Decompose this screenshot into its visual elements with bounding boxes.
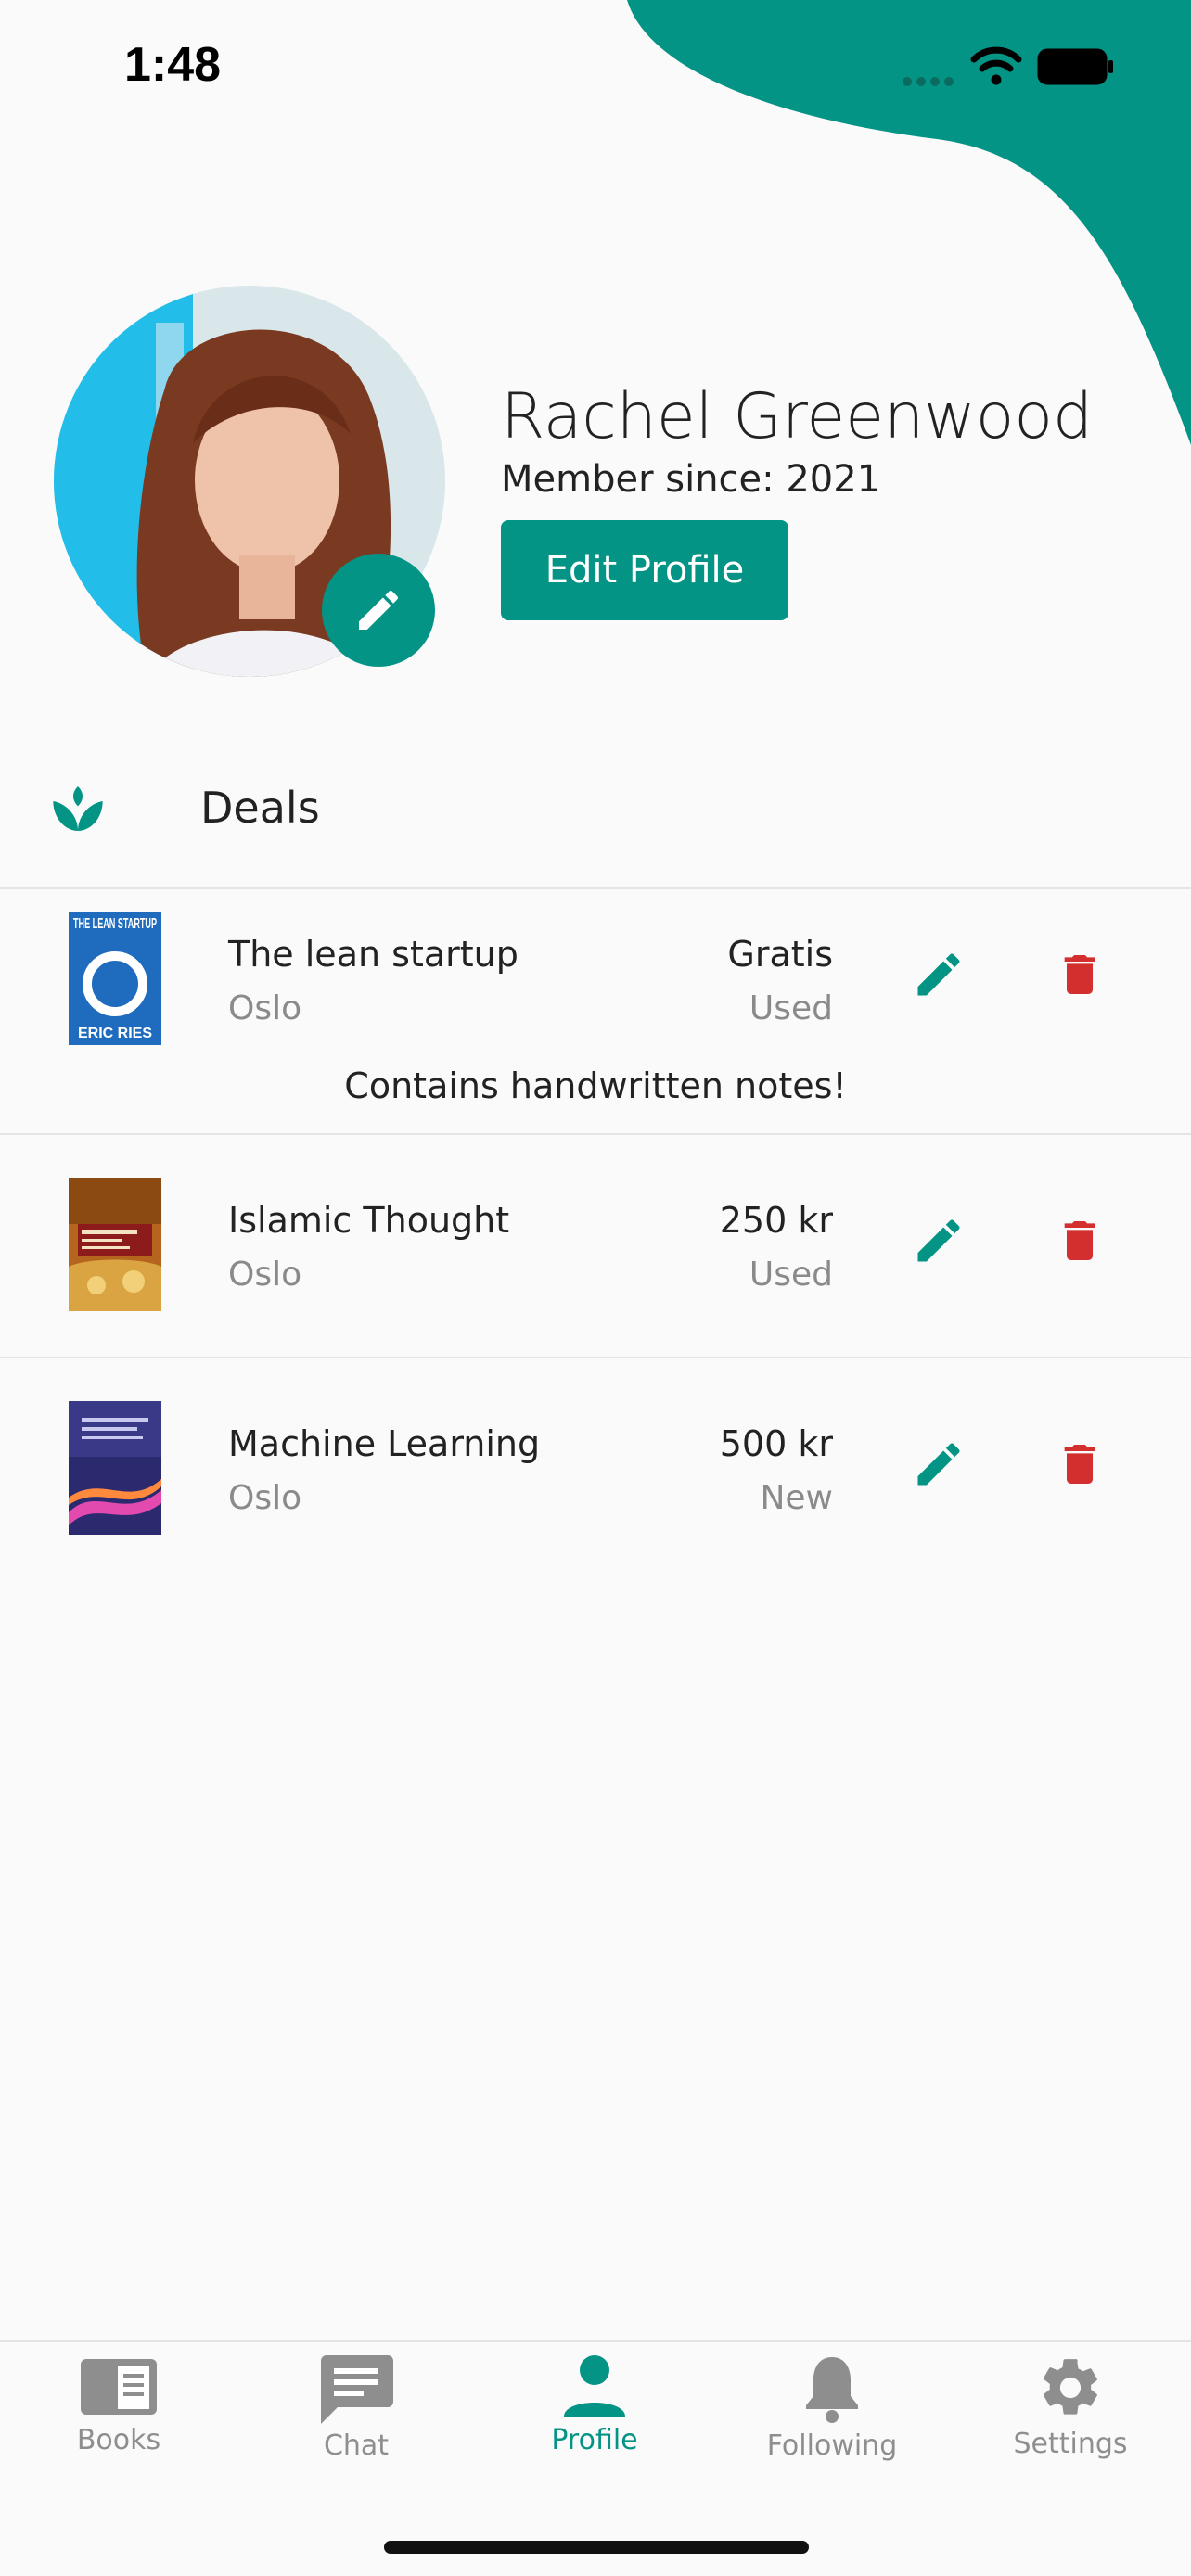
profile-name: Rachel Greenwood xyxy=(501,380,1094,453)
deal-condition: Used xyxy=(749,1256,833,1294)
deal-location: Oslo xyxy=(228,989,302,1027)
nav-label: Books xyxy=(76,2424,161,2456)
signal-icon xyxy=(903,77,954,86)
book-cover-machine-learning xyxy=(69,1401,161,1535)
deals-title: Deals xyxy=(200,783,320,833)
deals-leaf-icon xyxy=(53,786,103,831)
book-icon xyxy=(81,2359,157,2415)
chat-icon xyxy=(321,2355,393,2424)
home-indicator xyxy=(384,2541,809,2554)
svg-text:THE LEAN STARTUP: THE LEAN STARTUP xyxy=(73,916,157,932)
battery-icon xyxy=(1037,48,1113,85)
edit-deal-icon[interactable] xyxy=(911,1436,967,1492)
nav-item-settings[interactable]: Settings xyxy=(978,2353,1163,2502)
person-icon xyxy=(564,2355,625,2417)
nav-label: Settings xyxy=(1013,2428,1128,2460)
deal-price: 500 kr xyxy=(719,1423,833,1464)
wifi-icon xyxy=(970,46,1022,85)
nav-label: Following xyxy=(766,2429,898,2462)
pencil-icon xyxy=(359,590,399,630)
deal-title: The lean startup xyxy=(228,934,519,975)
bell-icon xyxy=(806,2357,858,2423)
avatar-edit-button[interactable] xyxy=(322,554,435,667)
edit-deal-icon[interactable] xyxy=(911,947,967,1002)
deal-note: Contains handwritten notes! xyxy=(344,1065,847,1106)
delete-deal-icon[interactable] xyxy=(1054,1213,1106,1269)
nav-item-profile[interactable]: Profile xyxy=(502,2353,687,2502)
nav-label: Chat xyxy=(323,2429,390,2462)
gear-icon xyxy=(1044,2359,1097,2415)
member-since: Member since: 2021 xyxy=(501,458,881,501)
deal-title: Islamic Thought xyxy=(228,1200,510,1241)
nav-item-following[interactable]: Following xyxy=(739,2353,925,2502)
deal-location: Oslo xyxy=(228,1479,302,1517)
edit-deal-icon[interactable] xyxy=(911,1213,967,1269)
deal-location: Oslo xyxy=(228,1256,302,1294)
deal-condition: New xyxy=(760,1479,833,1517)
deal-row[interactable]: Machine Learning Oslo 500 kr New xyxy=(0,1358,1191,1581)
status-time: 1:48 xyxy=(124,38,222,92)
delete-deal-icon[interactable] xyxy=(1054,1436,1106,1492)
deal-row[interactable]: THE LEAN STARTUP ERIC RIES The lean star… xyxy=(0,889,1191,1134)
edit-profile-button[interactable]: Edit Profile xyxy=(501,520,788,620)
delete-deal-icon[interactable] xyxy=(1054,947,1106,1002)
deal-condition: Used xyxy=(749,989,833,1027)
book-cover-lean-startup: THE LEAN STARTUP ERIC RIES xyxy=(69,912,161,1045)
nav-item-chat[interactable]: Chat xyxy=(263,2353,449,2502)
deal-price: 250 kr xyxy=(719,1200,833,1241)
deal-title: Machine Learning xyxy=(228,1423,541,1464)
deal-row[interactable]: Islamic Thought Oslo 250 kr Used xyxy=(0,1135,1191,1358)
svg-text:ERIC RIES: ERIC RIES xyxy=(78,1026,152,1041)
deals-header: Deals xyxy=(0,742,1191,888)
book-cover-islamic-thought xyxy=(69,1178,161,1311)
deal-price: Gratis xyxy=(727,934,833,975)
nav-label: Profile xyxy=(551,2424,638,2456)
nav-item-books[interactable]: Books xyxy=(26,2353,211,2502)
status-bar: 1:48 xyxy=(0,0,1191,130)
